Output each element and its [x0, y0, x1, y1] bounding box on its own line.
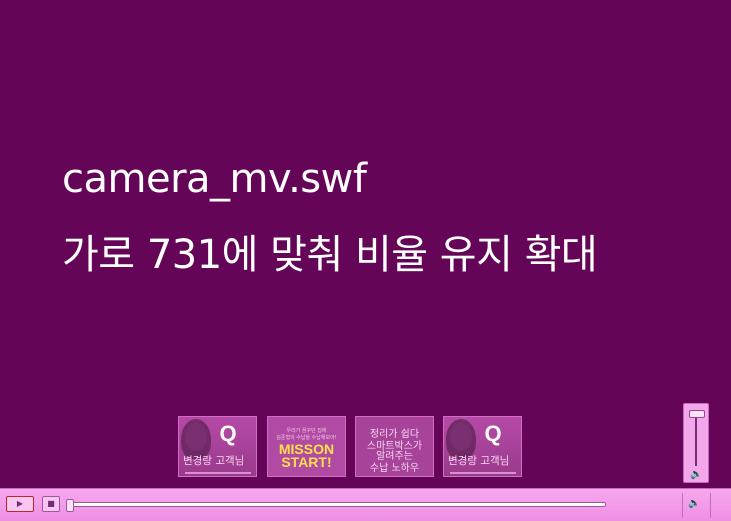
thumbnail-image: Q 변경랑 고객님 [444, 417, 521, 476]
player-control-bar: ▶ ■ 🔈 [0, 488, 731, 521]
divider [710, 493, 711, 518]
q-badge-icon: Q [219, 421, 237, 446]
thumbnail-text-line: 수납 노하우 [369, 463, 420, 474]
thumbnail-image: 정리가 쉽다 스마트박스가 알려주는 수납 노하우 [356, 417, 433, 476]
seek-bar[interactable] [66, 499, 606, 512]
volume-track[interactable] [695, 416, 697, 466]
flash-stage: camera_mv.swf 가로 731에 맞춰 비율 유지 확대 Q 변경랑 … [0, 0, 731, 487]
divider [682, 493, 683, 518]
person-face [450, 423, 472, 451]
volume-button-icon[interactable]: 🔈 [688, 498, 700, 509]
caption-underline [185, 472, 251, 474]
play-button[interactable]: ▶ [6, 496, 34, 512]
thumbnail-caption: 변경랑 고객님 [448, 455, 510, 467]
stop-button[interactable]: ■ [42, 496, 60, 512]
thumbnail-small-text: 우리가 꿈꾸던 집에 [286, 428, 327, 434]
file-name-title: camera_mv.swf [62, 156, 367, 202]
thumbnail-caption: 변경랑 고객님 [183, 455, 245, 467]
caption-underline [450, 472, 516, 474]
thumbnail-4[interactable]: Q 변경랑 고객님 [443, 416, 522, 477]
thumbnail-1[interactable]: Q 변경랑 고객님 [178, 416, 257, 477]
volume-knob[interactable] [689, 410, 705, 418]
q-badge-icon: Q [484, 421, 502, 446]
thumbnail-small-text: 김준형의 수납을 수납해보아! [276, 435, 337, 441]
speaker-icon: 🔈 [690, 469, 703, 480]
scale-description-title: 가로 731에 맞춰 비율 유지 확대 [62, 232, 598, 278]
start-headline: START! [281, 454, 332, 470]
volume-slider-popup[interactable]: 🔈 [683, 403, 709, 483]
thumbnail-2[interactable]: 우리가 꿈꾸던 집에 김준형의 수납을 수납해보아! MISSON START! [267, 416, 346, 477]
seek-handle[interactable] [66, 499, 74, 512]
thumbnail-image: Q 변경랑 고객님 [179, 417, 256, 476]
thumbnail-3[interactable]: 정리가 쉽다 스마트박스가 알려주는 수납 노하우 [355, 416, 434, 477]
thumbnail-image: 우리가 꿈꾸던 집에 김준형의 수납을 수납해보아! MISSON START! [268, 417, 345, 476]
person-face [185, 423, 207, 451]
